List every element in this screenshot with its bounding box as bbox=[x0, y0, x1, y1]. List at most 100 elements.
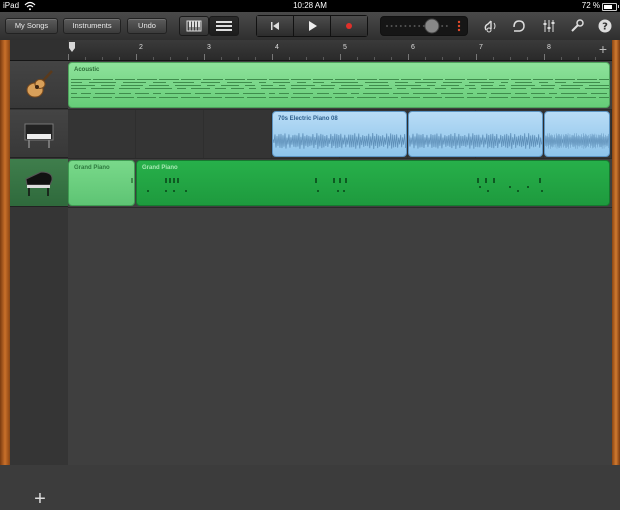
note-mark bbox=[339, 178, 341, 183]
note-mark bbox=[363, 93, 389, 94]
ruler-bar-number: 3 bbox=[207, 44, 211, 51]
note-mark bbox=[415, 82, 436, 83]
undo-button[interactable]: Undo bbox=[127, 18, 167, 34]
note-mark bbox=[401, 79, 421, 80]
note-mark bbox=[245, 85, 255, 86]
note-mark bbox=[175, 85, 201, 86]
note-mark bbox=[477, 93, 487, 94]
note-mark bbox=[491, 93, 511, 94]
note-mark bbox=[95, 93, 115, 94]
note-mark bbox=[333, 178, 335, 183]
master-volume-slider[interactable] bbox=[380, 16, 468, 36]
my-songs-button[interactable]: My Songs bbox=[5, 18, 58, 34]
record-button[interactable] bbox=[331, 16, 367, 36]
region-grand-piano[interactable]: Grand Piano bbox=[68, 160, 135, 206]
track-header-grand-piano[interactable] bbox=[10, 159, 68, 207]
note-mark bbox=[441, 85, 459, 86]
note-mark bbox=[101, 85, 115, 86]
note-mark bbox=[467, 79, 487, 80]
note-mark bbox=[501, 82, 508, 83]
region-electric-piano[interactable] bbox=[408, 111, 543, 157]
loop-icon[interactable] bbox=[511, 18, 527, 34]
tracks-view-button[interactable] bbox=[209, 16, 239, 36]
track-lane-grand-piano[interactable]: Grand Piano Grand Piano bbox=[68, 159, 612, 208]
ruler-bar-number: 2 bbox=[139, 44, 143, 51]
note-mark bbox=[247, 79, 267, 80]
note-mark bbox=[561, 93, 587, 94]
note-mark bbox=[413, 93, 437, 94]
instruments-button[interactable]: Instruments bbox=[63, 18, 121, 34]
note-mark bbox=[261, 88, 286, 89]
record-icon bbox=[346, 23, 352, 29]
play-button[interactable] bbox=[294, 16, 331, 36]
wood-panel-right bbox=[612, 40, 620, 465]
add-section-button[interactable]: + bbox=[596, 42, 610, 56]
mixer-icon[interactable] bbox=[541, 18, 557, 34]
rewind-icon bbox=[271, 22, 279, 30]
track-header-electric-piano[interactable] bbox=[10, 110, 68, 158]
note-mark bbox=[599, 79, 609, 80]
timeline-ruler[interactable]: 12345678 bbox=[68, 40, 612, 61]
region-acoustic-guitar[interactable]: Acoustic bbox=[68, 62, 610, 108]
note-mark bbox=[81, 93, 91, 94]
region-name: 70s Electric Piano 08 bbox=[278, 116, 338, 122]
note-mark bbox=[339, 88, 360, 89]
note-mark bbox=[137, 97, 156, 98]
note-mark bbox=[493, 178, 495, 183]
note-mark bbox=[369, 85, 389, 86]
add-track-button[interactable]: + bbox=[30, 489, 50, 509]
note-mark bbox=[479, 186, 481, 188]
note-mark bbox=[291, 88, 306, 89]
note-mark bbox=[115, 97, 134, 98]
note-mark bbox=[165, 178, 167, 183]
instrument-view-button[interactable] bbox=[179, 16, 209, 36]
note-mark bbox=[345, 178, 347, 183]
track-header-acoustic-guitar[interactable] bbox=[10, 61, 68, 109]
track-lane-acoustic-guitar[interactable]: Acoustic bbox=[68, 61, 612, 110]
ruler-tick-minor bbox=[170, 57, 171, 60]
note-mark bbox=[215, 88, 226, 89]
metronome-icon[interactable] bbox=[482, 18, 498, 34]
note-mark bbox=[527, 186, 529, 188]
transport-controls bbox=[256, 15, 368, 37]
acoustic-guitar-icon bbox=[26, 70, 53, 98]
clock: 10:28 AM bbox=[293, 1, 327, 10]
note-mark bbox=[533, 97, 552, 98]
ruler-bar-number: 7 bbox=[479, 44, 483, 51]
region-electric-piano[interactable] bbox=[544, 111, 610, 157]
region-grand-piano[interactable]: Grand Piano bbox=[136, 160, 610, 206]
note-mark bbox=[273, 82, 290, 83]
note-mark bbox=[489, 79, 509, 80]
note-mark bbox=[343, 190, 345, 192]
ruler-tick bbox=[136, 54, 137, 60]
ruler-tick-minor bbox=[374, 57, 375, 60]
note-mark bbox=[313, 79, 333, 80]
rewind-button[interactable] bbox=[257, 16, 294, 36]
help-icon[interactable]: ? bbox=[597, 18, 613, 34]
note-mark bbox=[573, 82, 600, 83]
note-mark bbox=[589, 85, 609, 86]
ruler-tick-minor bbox=[595, 57, 596, 60]
note-mark bbox=[71, 85, 95, 86]
ruler-tick-minor bbox=[391, 57, 392, 60]
tracks-list-icon bbox=[216, 21, 232, 31]
note-mark bbox=[247, 97, 266, 98]
note-mark bbox=[137, 79, 157, 80]
note-mark bbox=[337, 190, 339, 192]
note-mark bbox=[71, 93, 77, 94]
note-mark bbox=[443, 82, 462, 83]
note-mark bbox=[153, 93, 161, 94]
ruler-bar-number: 8 bbox=[547, 44, 551, 51]
note-mark bbox=[269, 93, 275, 94]
wrench-icon[interactable] bbox=[569, 18, 585, 34]
note-mark bbox=[315, 178, 317, 183]
battery-icon bbox=[602, 3, 619, 11]
region-electric-piano[interactable]: 70s Electric Piano 08 bbox=[272, 111, 407, 157]
track-lane-electric-piano[interactable]: 70s Electric Piano 08 bbox=[68, 110, 612, 159]
note-mark bbox=[559, 88, 580, 89]
note-mark bbox=[123, 82, 146, 83]
waveform bbox=[545, 133, 609, 149]
note-mark bbox=[531, 93, 545, 94]
note-mark bbox=[71, 82, 82, 83]
note-mark bbox=[173, 178, 175, 183]
